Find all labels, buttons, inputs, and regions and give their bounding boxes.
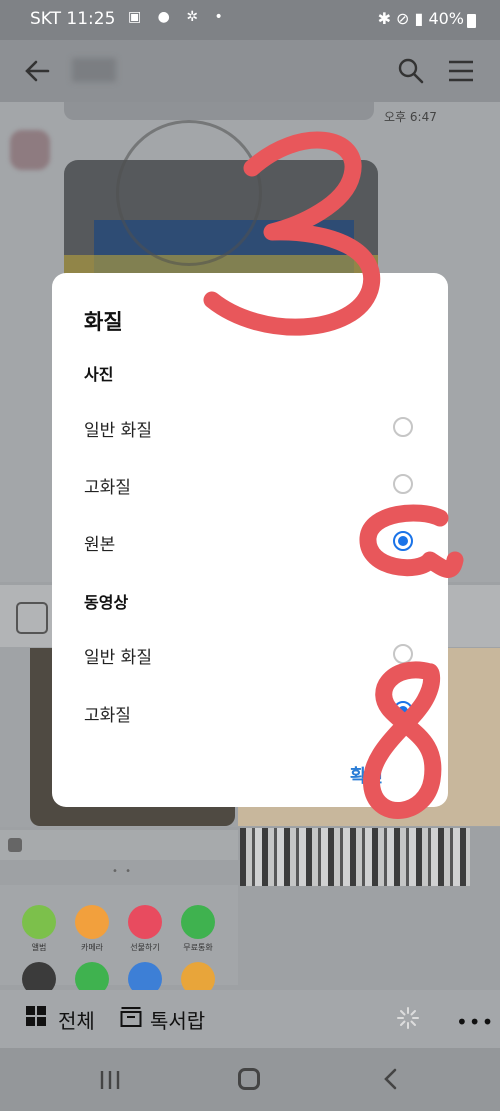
tray-label-album: 앨범 (31, 943, 47, 952)
option-video-high[interactable]: 고화질 (84, 701, 131, 726)
more-icon[interactable]: ••• (456, 1010, 494, 1034)
radio-video-high[interactable] (393, 701, 413, 721)
chat-bubble (64, 102, 374, 120)
chat-room-name-blurred (72, 58, 116, 82)
radio-photo-original[interactable] (393, 531, 413, 551)
radio-photo-normal[interactable] (393, 417, 413, 437)
menu-icon[interactable] (446, 56, 476, 86)
avatar[interactable] (10, 130, 50, 170)
album-icon[interactable] (22, 905, 56, 939)
chevron-left-icon[interactable] (16, 602, 48, 634)
camera-icon[interactable] (75, 905, 109, 939)
loading-spinner-icon (397, 1007, 419, 1029)
status-carrier-time: SKT 11:25 (30, 9, 116, 29)
grid-icon[interactable] (26, 1006, 46, 1026)
option-photo-high[interactable]: 고화질 (84, 473, 131, 498)
page-indicator: • • (112, 866, 133, 877)
bottom-all-label[interactable]: 전체 (58, 1005, 95, 1034)
recent-apps-icon[interactable] (98, 1070, 122, 1090)
tray-label-gift: 선물하기 (130, 943, 160, 952)
radio-video-normal[interactable] (393, 644, 413, 664)
dialog-title: 화질 (84, 310, 123, 334)
back-arrow-icon[interactable] (22, 56, 52, 86)
confirm-button[interactable]: 확인 (350, 762, 383, 788)
option-photo-normal[interactable]: 일반 화질 (84, 416, 152, 441)
watermark-seal (116, 120, 262, 266)
gift-icon[interactable] (128, 905, 162, 939)
section-video: 동영상 (84, 593, 129, 612)
option-video-normal[interactable]: 일반 화질 (84, 643, 152, 668)
drawer-icon[interactable] (120, 1006, 142, 1028)
phone-call-icon[interactable] (181, 905, 215, 939)
tray-label-camera: 카메라 (80, 943, 104, 952)
section-photo: 사진 (84, 365, 114, 384)
status-system-icons: ✱ ⊘ ▮ (377, 9, 429, 28)
status-battery-text: ✱ ⊘ ▮ 40% (378, 9, 464, 28)
message-input-row[interactable] (0, 830, 238, 860)
search-icon[interactable] (396, 56, 426, 86)
radio-photo-high[interactable] (393, 474, 413, 494)
close-icon[interactable] (8, 838, 22, 852)
message-time: 오후 6:47 (384, 110, 437, 124)
battery-icon (467, 14, 476, 28)
blurred-barcode (240, 828, 470, 886)
nav-back-icon[interactable] (380, 1068, 402, 1090)
status-notification-icons: ▣ ● ✲ • (128, 9, 229, 25)
option-photo-original[interactable]: 원본 (84, 530, 115, 555)
bottom-drawer-label[interactable]: 톡서랍 (150, 1005, 205, 1034)
home-icon[interactable] (238, 1068, 260, 1090)
battery-percent: 40% (428, 9, 464, 28)
tray-label-call: 무료통화 (183, 943, 213, 952)
